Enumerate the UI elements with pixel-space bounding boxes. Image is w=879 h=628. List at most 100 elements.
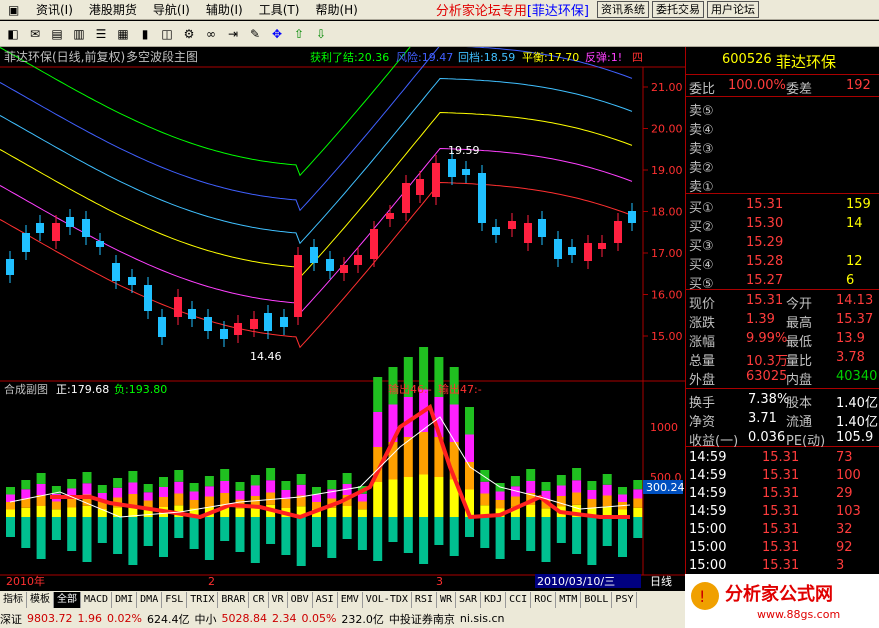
- price-axis-label: 20.00: [651, 123, 683, 136]
- sub-bar: [618, 487, 627, 495]
- tab-trix[interactable]: TRIX: [187, 592, 219, 608]
- tab-vol-tdx[interactable]: VOL-TDX: [363, 592, 412, 608]
- tab-dmi[interactable]: DMI: [112, 592, 138, 608]
- tab-asi[interactable]: ASI: [313, 592, 338, 608]
- legend-risk: 风险:19.47: [396, 50, 453, 64]
- tab-模板[interactable]: 模板: [27, 592, 54, 608]
- tab-全部[interactable]: 全部: [54, 592, 81, 608]
- up-arrow-icon[interactable]: ⇧: [290, 25, 308, 43]
- sub-bar: [220, 493, 230, 505]
- tab-sar[interactable]: SAR: [456, 592, 482, 608]
- tab-mtm[interactable]: MTM: [556, 592, 582, 608]
- bar-chart-icon[interactable]: ▮: [136, 25, 154, 43]
- tab-cci[interactable]: CCI: [506, 592, 532, 608]
- trade-button[interactable]: 委托交易: [652, 1, 704, 18]
- logo-banner[interactable]: ! 分析家公式网 www.88gs.com: [685, 574, 879, 628]
- menu-item-aux[interactable]: 辅助(I): [198, 0, 251, 20]
- formula-icon[interactable]: ⚙: [180, 25, 198, 43]
- candle: [386, 213, 394, 219]
- stat-row-cell: 最低: [786, 335, 813, 350]
- sub-bar-neg: [36, 517, 46, 559]
- sub-bar-neg: [128, 517, 138, 565]
- candle: [112, 263, 120, 281]
- grid-icon[interactable]: ▦: [114, 25, 132, 43]
- sub-bar: [143, 484, 153, 493]
- sub-bar: [480, 493, 490, 506]
- sub-axis-1000: 1000: [650, 421, 678, 434]
- indicator-icon[interactable]: ◫: [158, 25, 176, 43]
- export-icon[interactable]: ⇥: [224, 25, 242, 43]
- tab-cr[interactable]: CR: [249, 592, 269, 608]
- link-icon[interactable]: ∞: [202, 25, 220, 43]
- menu-item-tools[interactable]: 工具(T): [251, 0, 308, 20]
- candle: [614, 221, 622, 243]
- candle: [220, 329, 228, 339]
- tab-obv[interactable]: OBV: [288, 592, 313, 608]
- list-icon[interactable]: ☰: [92, 25, 110, 43]
- tick-row-cell: 15.31: [762, 540, 800, 555]
- tab-roc[interactable]: ROC: [531, 592, 557, 608]
- menu-item-help[interactable]: 帮助(H): [307, 0, 365, 20]
- down-arrow-icon[interactable]: ⇩: [312, 25, 330, 43]
- tab-rsi[interactable]: RSI: [412, 592, 437, 608]
- tab-macd[interactable]: MACD: [81, 592, 113, 608]
- svg-text:!: !: [699, 587, 705, 606]
- edit-icon[interactable]: ✎: [246, 25, 264, 43]
- kline-chart[interactable]: 菲达环保(日线,前复权) 多空波段主图 获利了结:20.36 风险:19.47 …: [0, 47, 685, 603]
- candle: [6, 259, 14, 275]
- stat-row-cell: 1.39: [746, 312, 775, 327]
- f10-icon[interactable]: ▤: [48, 25, 66, 43]
- news-system-button[interactable]: 资讯系统: [597, 1, 649, 18]
- chart-icon[interactable]: ▥: [70, 25, 88, 43]
- stat2-row-cell: 7.38%: [748, 392, 790, 407]
- tick-row-cell: 15:00: [689, 540, 727, 555]
- forum-button[interactable]: 用户论坛: [707, 1, 759, 18]
- sub-bar: [633, 480, 643, 490]
- stock-name: 菲达环保: [776, 53, 837, 71]
- sub-bar-neg: [510, 517, 520, 540]
- tab-wr[interactable]: WR: [437, 592, 457, 608]
- tick-row-cell: 15.31: [762, 504, 800, 519]
- tick-row-cell: 15.31: [762, 468, 800, 483]
- sub-bar: [342, 473, 352, 484]
- tab-指标[interactable]: 指标: [0, 592, 27, 608]
- move-icon[interactable]: ✥: [268, 25, 286, 43]
- tab-boll[interactable]: BOLL: [581, 592, 613, 608]
- buy-row-cell: 6: [846, 273, 855, 288]
- stat-row-cell: 涨跌: [689, 316, 716, 331]
- sub-bar: [97, 485, 107, 493]
- tick-row-cell: 15.31: [762, 450, 800, 465]
- sub-bar: [204, 486, 214, 497]
- tab-fsl[interactable]: FSL: [162, 592, 188, 608]
- stat-row: 总量 10.3万 量比 3.78: [686, 349, 879, 369]
- sub-bar: [6, 502, 15, 510]
- tab-brar[interactable]: BRAR: [218, 592, 250, 608]
- tab-psy[interactable]: PSY: [612, 592, 638, 608]
- sub-bar-neg: [633, 517, 643, 538]
- app-icon[interactable]: ▣: [0, 0, 28, 20]
- menu-item-hk[interactable]: 港股期货: [81, 0, 145, 20]
- sub-bar: [128, 482, 138, 494]
- sub-bar: [21, 507, 31, 517]
- candle: [416, 179, 424, 195]
- stat-row: 涨跌 1.39 最高 15.37: [686, 311, 879, 331]
- price-axis-label: 15.00: [651, 330, 683, 343]
- tab-vr[interactable]: VR: [269, 592, 288, 608]
- sub-bar: [235, 490, 245, 500]
- candle: [158, 317, 166, 337]
- back-icon[interactable]: ◧: [4, 25, 22, 43]
- tab-emv[interactable]: EMV: [338, 592, 363, 608]
- sub-bar: [21, 489, 31, 499]
- stock-code: 600526: [722, 52, 772, 67]
- tab-kdj[interactable]: KDJ: [481, 592, 507, 608]
- tab-dma[interactable]: DMA: [137, 592, 163, 608]
- candle: [554, 239, 562, 259]
- buy-row: 买⑤ 15.27 6: [686, 272, 879, 292]
- sub-bar: [587, 481, 597, 490]
- mail-icon[interactable]: ✉: [26, 25, 44, 43]
- menu-item-nav[interactable]: 导航(I): [145, 0, 198, 20]
- quote-panel: 600526 菲达环保 委比 100.00% 委差 192 卖⑤ 卖④ 卖③ 卖② 卖①…: [685, 47, 879, 603]
- sub-bar: [602, 484, 612, 496]
- menu-item-news[interactable]: 资讯(I): [28, 0, 81, 20]
- sub-bar-neg: [174, 517, 184, 538]
